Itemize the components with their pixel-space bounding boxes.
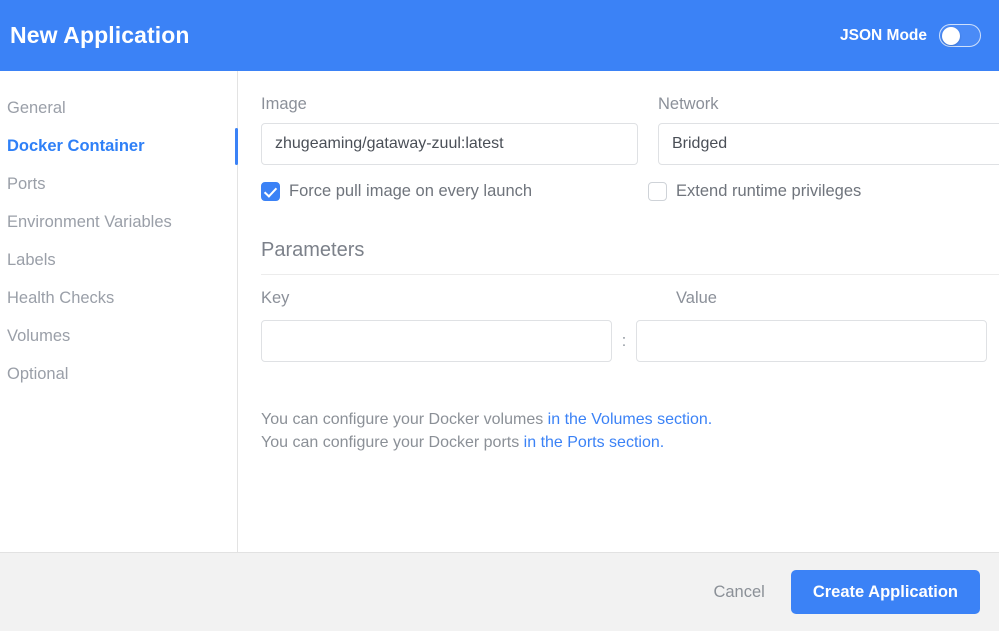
network-field-group: Network Bridged ▲▼ bbox=[658, 95, 999, 165]
header-actions: JSON Mode bbox=[840, 24, 981, 47]
json-mode-label: JSON Mode bbox=[840, 26, 927, 44]
parameters-divider bbox=[261, 274, 999, 275]
image-input[interactable] bbox=[261, 123, 638, 165]
sidebar-item-optional[interactable]: Optional bbox=[0, 355, 237, 393]
sidebar: General Docker Container Ports Environme… bbox=[0, 71, 238, 552]
volumes-section-link[interactable]: in the Volumes section. bbox=[548, 411, 713, 428]
sidebar-item-health-checks[interactable]: Health Checks bbox=[0, 279, 237, 317]
help-ports-prefix: You can configure your Docker ports bbox=[261, 434, 524, 451]
help-line-volumes: You can configure your Docker volumes in… bbox=[261, 408, 999, 431]
network-selected-value: Bridged bbox=[672, 135, 728, 152]
image-field-group: Image bbox=[261, 95, 638, 165]
cancel-button[interactable]: Cancel bbox=[713, 583, 764, 602]
label-spacer bbox=[632, 289, 656, 308]
sidebar-item-label: Environment Variables bbox=[7, 212, 172, 231]
parameter-row: : bbox=[261, 320, 999, 362]
docker-options-row: Force pull image on every launch Extend … bbox=[261, 182, 999, 201]
main-panel: Image Network Bridged ▲▼ Force pu bbox=[238, 71, 999, 552]
value-label: Value bbox=[676, 289, 717, 307]
key-input-cell bbox=[261, 320, 612, 362]
sidebar-item-environment-variables[interactable]: Environment Variables bbox=[0, 203, 237, 241]
force-pull-label: Force pull image on every launch bbox=[289, 182, 533, 200]
key-label-cell: Key bbox=[261, 289, 612, 308]
page-title: New Application bbox=[10, 22, 190, 48]
parameters-labels-row: Key Value bbox=[261, 289, 999, 308]
sidebar-item-docker-container[interactable]: Docker Container bbox=[0, 127, 238, 165]
help-volumes-prefix: You can configure your Docker volumes bbox=[261, 411, 548, 428]
network-label: Network bbox=[658, 95, 719, 113]
dialog-footer: Cancel Create Application bbox=[0, 553, 999, 631]
dialog-header: New Application JSON Mode bbox=[0, 0, 999, 71]
parameter-key-input[interactable] bbox=[261, 320, 612, 362]
sidebar-item-label: Labels bbox=[7, 250, 56, 269]
new-application-dialog: New Application JSON Mode General Docker… bbox=[0, 0, 999, 631]
key-label: Key bbox=[261, 289, 290, 307]
sidebar-item-label: Volumes bbox=[7, 326, 71, 345]
ports-section-link[interactable]: in the Ports section. bbox=[524, 434, 665, 451]
sidebar-item-label: General bbox=[7, 98, 66, 117]
parameters-heading: Parameters bbox=[261, 239, 365, 261]
image-network-row: Image Network Bridged ▲▼ bbox=[261, 95, 999, 165]
json-mode-toggle[interactable] bbox=[939, 24, 981, 47]
help-line-ports: You can configure your Docker ports in t… bbox=[261, 431, 999, 454]
help-text: You can configure your Docker volumes in… bbox=[261, 408, 999, 454]
toggle-knob bbox=[942, 26, 960, 45]
value-label-cell: Value bbox=[676, 289, 999, 308]
value-input-cell bbox=[636, 320, 987, 362]
sidebar-item-label: Optional bbox=[7, 364, 69, 383]
sidebar-item-label: Docker Container bbox=[7, 136, 145, 155]
sidebar-item-ports[interactable]: Ports bbox=[0, 165, 237, 203]
sidebar-item-general[interactable]: General bbox=[0, 89, 237, 127]
network-select[interactable]: Bridged ▲▼ bbox=[658, 123, 999, 165]
sidebar-item-labels[interactable]: Labels bbox=[0, 241, 237, 279]
create-application-button[interactable]: Create Application bbox=[790, 570, 980, 614]
parameter-value-input[interactable] bbox=[636, 320, 987, 362]
force-pull-checkbox[interactable] bbox=[261, 182, 280, 201]
dialog-body: General Docker Container Ports Environme… bbox=[0, 71, 999, 553]
key-value-separator: : bbox=[621, 331, 627, 350]
image-label: Image bbox=[261, 95, 307, 113]
sidebar-item-volumes[interactable]: Volumes bbox=[0, 317, 237, 355]
sidebar-item-label: Health Checks bbox=[7, 288, 115, 307]
extend-privileges-checkbox-group[interactable]: Extend runtime privileges bbox=[648, 182, 999, 201]
extend-privileges-checkbox[interactable] bbox=[648, 182, 667, 201]
sidebar-item-label: Ports bbox=[7, 174, 46, 193]
extend-privileges-label: Extend runtime privileges bbox=[676, 182, 862, 200]
force-pull-checkbox-group[interactable]: Force pull image on every launch bbox=[261, 182, 648, 201]
